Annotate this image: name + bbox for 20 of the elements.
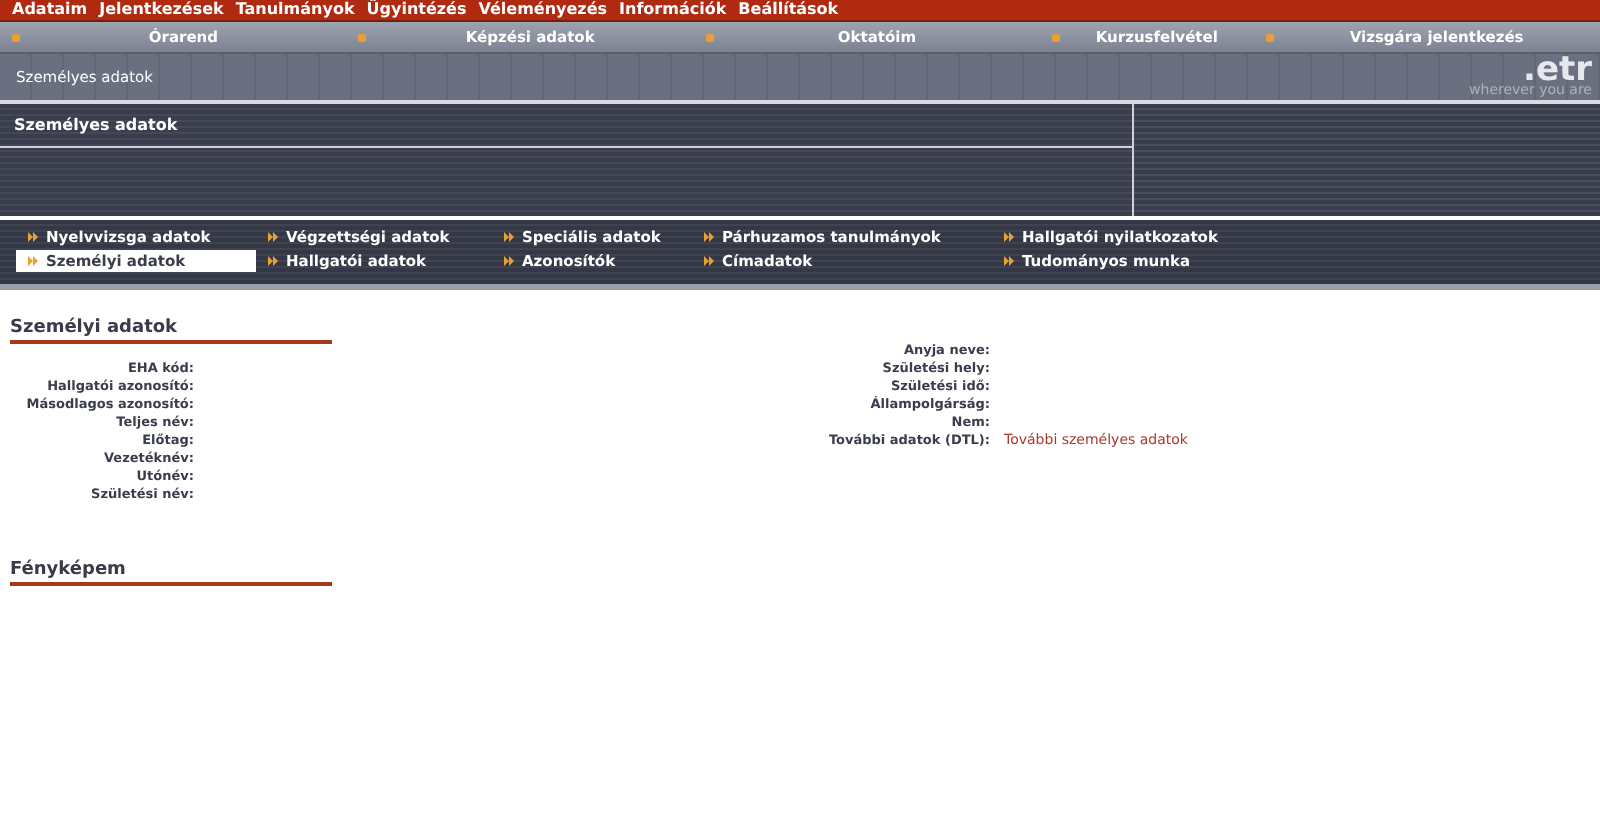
top-menu-item[interactable]: Jelentkezések: [99, 0, 224, 20]
section-title: Személyi adatok: [10, 318, 332, 344]
double-chevron-icon: [268, 232, 278, 242]
top-menu-item[interactable]: Adataim: [12, 0, 88, 20]
panel-title: Személyes adatok: [0, 104, 1132, 148]
top-menu-item[interactable]: Információk: [619, 0, 727, 20]
double-chevron-icon: [504, 256, 514, 266]
double-chevron-icon: [504, 232, 514, 242]
double-chevron-icon: [28, 232, 38, 242]
double-chevron-icon: [1004, 232, 1014, 242]
double-chevron-icon: [704, 256, 714, 266]
double-chevron-icon: [704, 232, 714, 242]
top-menu-item[interactable]: Beállítások: [738, 0, 839, 20]
top-menu-item[interactable]: Véleményezés: [478, 0, 608, 20]
section-title: Fényképem: [10, 560, 332, 586]
double-chevron-icon: [1004, 256, 1014, 266]
double-chevron-icon: [268, 256, 278, 266]
top-menu-item[interactable]: Tanulmányok: [235, 0, 355, 20]
double-chevron-icon: [28, 256, 38, 266]
logo-text: .etr: [1523, 56, 1592, 84]
